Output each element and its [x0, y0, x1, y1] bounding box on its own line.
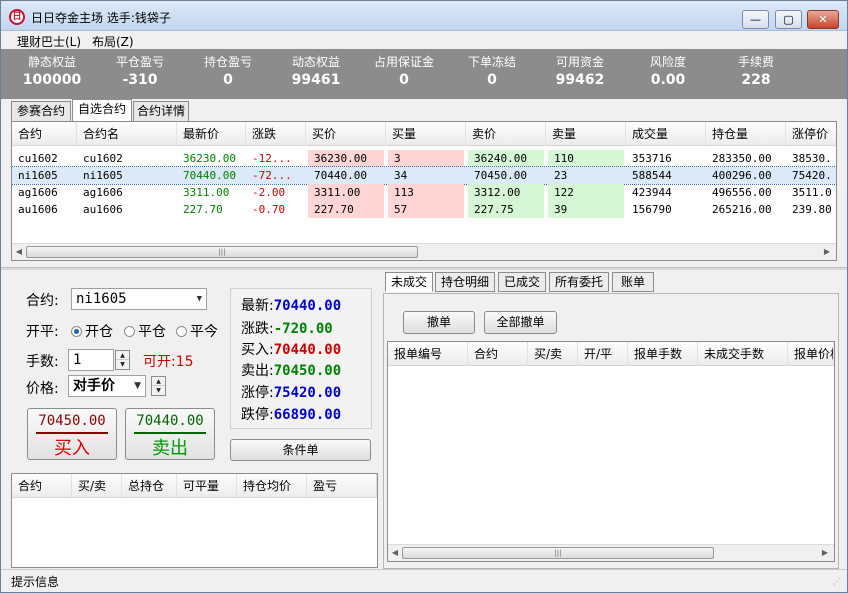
tab-unfilled[interactable]: 未成交 [385, 272, 433, 292]
app-logo-icon: 日 [9, 9, 25, 25]
chevron-down-icon[interactable]: ▼ [197, 289, 202, 309]
col-order-id[interactable]: 报单编号 [388, 342, 468, 366]
menu-bar: 理财巴士(L) 布局(Z) [1, 31, 847, 49]
app-window: 日 日日夺金主场 选手:钱袋子 — ▢ ✕ 理财巴士(L) 布局(Z) 静态权益… [0, 0, 848, 593]
can-open-quantity: 可开:15 [143, 354, 194, 370]
cancel-order-button[interactable]: 撤单 [403, 311, 475, 334]
splitter[interactable] [1, 267, 847, 270]
scroll-thumb[interactable]: ||| [26, 246, 418, 258]
table-row[interactable]: ni1605 ni1605 70440.00 -72... 70440.00 3… [12, 166, 836, 185]
contract-select[interactable]: ni1605 ▼ [71, 288, 207, 310]
col-closable[interactable]: 可平量 [177, 474, 237, 498]
tab-contest-contracts[interactable]: 参赛合约 [11, 101, 71, 121]
col-bid[interactable]: 买价 [306, 122, 386, 146]
status-message: 提示信息 [11, 575, 60, 589]
quote-limit-down: 跌停:66890.00 [241, 407, 342, 423]
price-label: 价格: [26, 381, 59, 397]
col-pnl[interactable]: 盈亏 [307, 474, 377, 498]
position-table-header: 合约 买/卖 总持仓 可平量 持仓均价 盈亏 [12, 474, 377, 498]
resize-grip-icon[interactable]: ⋰ [833, 578, 843, 589]
quote-info: 最新:70440.00 涨跌:-720.00 买入:70440.00 卖出:70… [230, 288, 372, 429]
radio-close-today[interactable]: 平今 [176, 321, 218, 341]
cancel-all-button[interactable]: 全部撤单 [484, 311, 557, 334]
col-change[interactable]: 涨跌 [246, 122, 306, 146]
radio-close[interactable]: 平仓 [124, 321, 166, 341]
table-row[interactable]: ag1606 ag1606 3311.00 -2.00 3311.00 113 … [12, 184, 836, 201]
conditional-order-button[interactable]: 条件单 [230, 439, 371, 461]
quote-change: 涨跌:-720.00 [241, 321, 333, 337]
col-side[interactable]: 买/卖 [528, 342, 578, 366]
col-order-price[interactable]: 报单价格 [788, 342, 834, 366]
quote-ask: 卖出:70450.00 [241, 363, 342, 379]
tab-statement[interactable]: 账单 [612, 272, 654, 292]
quantity-stepper[interactable]: ▲ ▼ [115, 350, 130, 370]
spin-up-icon[interactable]: ▲ [152, 377, 165, 386]
radio-open[interactable]: 开仓 [71, 321, 113, 341]
chevron-down-icon[interactable]: ▼ [134, 376, 141, 396]
quantity-label: 手数: [26, 354, 59, 370]
scroll-left-icon[interactable]: ◀ [14, 247, 24, 256]
spin-up-icon[interactable]: ▲ [116, 351, 129, 360]
quote-bid: 买入:70440.00 [241, 342, 342, 358]
quote-table: 合约 合约名 最新价 涨跌 买价 买量 卖价 卖量 成交量 持仓量 涨停价 cu… [11, 121, 837, 261]
close-button[interactable]: ✕ [807, 10, 839, 29]
price-stepper[interactable]: ▲ ▼ [151, 376, 166, 396]
pending-table-scrollbar[interactable]: ◀ ||| ▶ [388, 544, 834, 561]
col-contract[interactable]: 合约 [12, 122, 77, 146]
scroll-thumb[interactable]: ||| [402, 547, 714, 559]
offset-label: 开平: [26, 324, 59, 340]
minimize-button[interactable]: — [742, 10, 769, 29]
radio-selected-icon [71, 326, 82, 337]
col-total-position[interactable]: 总持仓 [122, 474, 177, 498]
tab-filled[interactable]: 已成交 [498, 272, 546, 292]
position-table: 合约 买/卖 总持仓 可平量 持仓均价 盈亏 [11, 473, 378, 568]
table-row[interactable]: au1606 au1606 227.70 -0.70 227.70 57 227… [12, 201, 836, 218]
account-summary: 静态权益 100000 平仓盈亏 -310 持仓盈亏 0 动态权益 99461 … [1, 49, 847, 99]
col-limit-up[interactable]: 涨停价 [786, 122, 836, 146]
sell-button[interactable]: 70440.00 卖出 [125, 408, 215, 460]
contract-label: 合约: [26, 293, 59, 309]
spin-down-icon[interactable]: ▼ [152, 386, 165, 395]
col-ask[interactable]: 卖价 [466, 122, 546, 146]
menu-finance-bus[interactable]: 理财巴士(L) [17, 33, 81, 50]
col-avg-price[interactable]: 持仓均价 [237, 474, 307, 498]
tab-position-details[interactable]: 持仓明细 [435, 272, 495, 292]
maximize-button[interactable]: ▢ [775, 10, 802, 29]
quote-table-scrollbar[interactable]: ◀ ||| ▶ [12, 243, 836, 260]
col-bid-volume[interactable]: 买量 [386, 122, 466, 146]
col-volume[interactable]: 成交量 [626, 122, 706, 146]
radio-empty-icon [176, 326, 187, 337]
scroll-right-icon[interactable]: ▶ [820, 548, 830, 557]
col-open-interest[interactable]: 持仓量 [706, 122, 786, 146]
col-order-qty[interactable]: 报单手数 [628, 342, 698, 366]
price-type-select[interactable]: 对手价 ▼ [68, 375, 146, 397]
col-unfilled-qty[interactable]: 未成交手数 [698, 342, 788, 366]
col-side[interactable]: 买/卖 [72, 474, 122, 498]
spin-down-icon[interactable]: ▼ [116, 360, 129, 369]
col-offset[interactable]: 开/平 [578, 342, 628, 366]
tab-all-orders[interactable]: 所有委托 [549, 272, 609, 292]
quantity-input[interactable]: 1 [68, 349, 114, 371]
scroll-right-icon[interactable]: ▶ [822, 247, 832, 256]
col-contract[interactable]: 合约 [12, 474, 72, 498]
radio-empty-icon [124, 326, 135, 337]
scroll-left-icon[interactable]: ◀ [390, 548, 400, 557]
quote-limit-up: 涨停:75420.00 [241, 385, 342, 401]
quote-last: 最新:70440.00 [241, 298, 342, 314]
status-bar: 提示信息 ⋰ [1, 569, 847, 592]
tab-contract-details[interactable]: 合约详情 [133, 101, 189, 121]
col-last-price[interactable]: 最新价 [177, 122, 246, 146]
menu-layout[interactable]: 布局(Z) [92, 33, 134, 50]
window-title: 日日夺金主场 选手:钱袋子 [31, 11, 171, 25]
title-bar[interactable]: 日 日日夺金主场 选手:钱袋子 — ▢ ✕ [1, 1, 847, 31]
col-ask-volume[interactable]: 卖量 [546, 122, 626, 146]
quote-table-header: 合约 合约名 最新价 涨跌 买价 买量 卖价 卖量 成交量 持仓量 涨停价 [12, 122, 836, 146]
buy-button[interactable]: 70450.00 买入 [27, 408, 117, 460]
pending-orders-table: 报单编号 合约 买/卖 开/平 报单手数 未成交手数 报单价格 ◀ ||| ▶ [387, 341, 835, 562]
col-contract-name[interactable]: 合约名 [77, 122, 177, 146]
tab-watchlist[interactable]: 自选合约 [72, 99, 132, 121]
col-contract[interactable]: 合约 [468, 342, 528, 366]
table-row[interactable]: cu1602 cu1602 36230.00 -12... 36230.00 3… [12, 150, 836, 167]
pending-table-header: 报单编号 合约 买/卖 开/平 报单手数 未成交手数 报单价格 [388, 342, 834, 366]
